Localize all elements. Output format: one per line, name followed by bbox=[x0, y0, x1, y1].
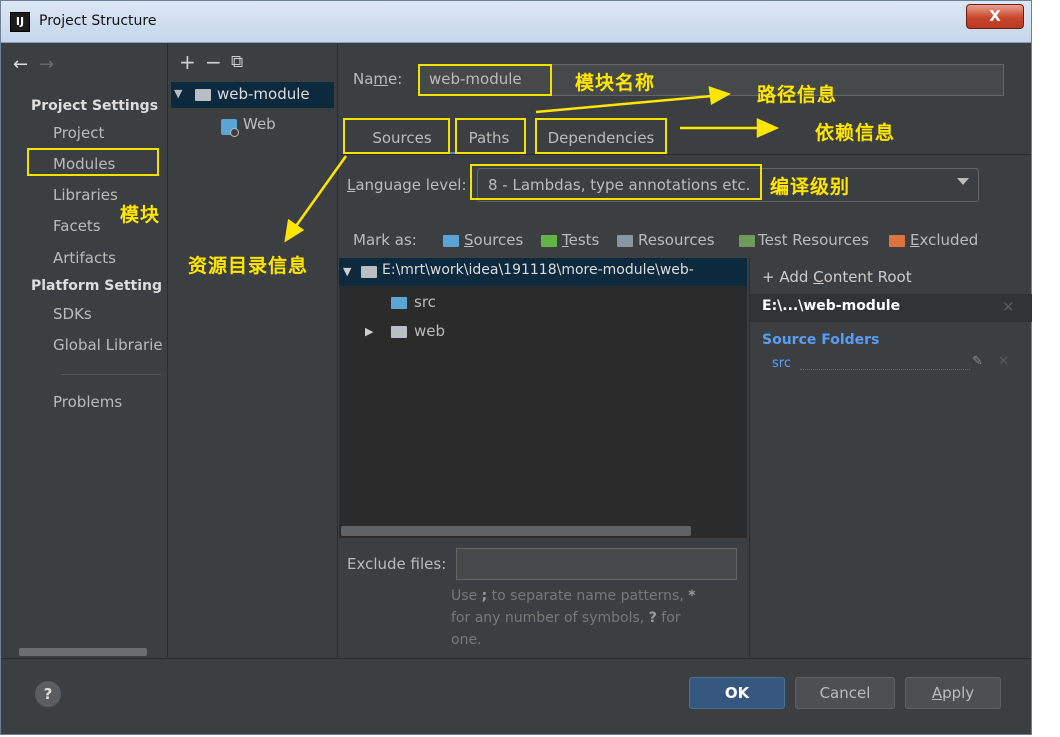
dotted-leader bbox=[800, 369, 970, 370]
back-arrow-icon[interactable]: ← bbox=[13, 54, 28, 75]
exclude-hint-line-3: one. bbox=[451, 632, 482, 648]
nav-item-problems[interactable]: Problems bbox=[53, 393, 122, 411]
exclude-hint-line-2: for any number of symbols, ? for bbox=[451, 610, 681, 626]
exclude-files-label: Exclude files: bbox=[347, 555, 447, 573]
annotation-box-dependencies bbox=[535, 118, 667, 154]
tree-row-root[interactable]: ▼ E:\mrt\work\idea\191118\more-module\we… bbox=[339, 258, 747, 286]
sources-folder-icon bbox=[443, 235, 459, 247]
tree-row-src[interactable]: src bbox=[339, 290, 747, 316]
settings-navigation: ← → Project Settings Project Modules Lib… bbox=[1, 44, 168, 657]
expand-down-icon[interactable]: ▼ bbox=[343, 265, 351, 278]
tree-row-web[interactable]: ▶ web bbox=[339, 319, 747, 345]
module-name-label: web-module bbox=[217, 85, 310, 103]
tree-horizontal-scrollbar[interactable] bbox=[341, 526, 691, 536]
annotation-box-modules bbox=[27, 148, 159, 176]
web-folder-icon bbox=[391, 326, 407, 338]
annotation-compile-level: 编译级别 bbox=[770, 176, 851, 198]
mark-as-label: Mark as: bbox=[353, 231, 417, 249]
exclude-hint-line-1: Use ; to separate name patterns, * bbox=[451, 588, 696, 604]
module-tree-row-web-facet[interactable]: Web bbox=[169, 114, 338, 140]
nav-item-facets[interactable]: Facets bbox=[53, 217, 101, 235]
content-root-path: E:\...\web-module bbox=[762, 298, 901, 314]
excluded-folder-icon bbox=[889, 235, 905, 247]
content-root-row[interactable]: E:\...\web-module ✕ bbox=[750, 294, 1032, 322]
annotation-dependency-info: 依赖信息 bbox=[815, 122, 896, 144]
source-folder-label: src bbox=[772, 356, 791, 371]
source-folders-header: Source Folders bbox=[762, 332, 880, 348]
nav-separator bbox=[61, 374, 161, 375]
mark-as-tests-label: Tests bbox=[562, 231, 600, 249]
nav-item-libraries[interactable]: Libraries bbox=[53, 186, 118, 204]
remove-icon[interactable]: − bbox=[205, 52, 222, 72]
help-button[interactable]: ? bbox=[35, 681, 61, 707]
src-label: src bbox=[414, 293, 436, 311]
expand-down-icon[interactable]: ▼ bbox=[174, 87, 182, 100]
module-tree-row-web-module[interactable]: ▼ web-module bbox=[171, 82, 334, 108]
web-facet-icon bbox=[221, 119, 239, 137]
annotation-source-dir-info: 资源目录信息 bbox=[188, 255, 309, 277]
edit-pencil-icon[interactable]: ✎ bbox=[972, 354, 983, 369]
nav-item-artifacts[interactable]: Artifacts bbox=[53, 249, 116, 267]
annotation-path-info: 路径信息 bbox=[757, 84, 838, 106]
nav-scrollbar[interactable] bbox=[19, 648, 147, 656]
chevron-down-icon[interactable] bbox=[957, 178, 969, 185]
project-structure-dialog: IJ Project Structure X ← → Project Setti… bbox=[0, 0, 1032, 735]
annotation-box-name bbox=[418, 64, 552, 96]
project-settings-header: Project Settings bbox=[31, 98, 159, 114]
web-facet-label: Web bbox=[243, 115, 276, 133]
close-window-button[interactable]: X bbox=[966, 4, 1024, 29]
annotation-modules: 模块 bbox=[120, 204, 161, 226]
root-path-label: E:\mrt\work\idea\191118\more-module\web- bbox=[382, 262, 694, 278]
title-bar[interactable]: IJ Project Structure X bbox=[1, 1, 1031, 43]
exclude-files-input[interactable] bbox=[456, 548, 737, 580]
nav-item-sdks[interactable]: SDKs bbox=[53, 305, 92, 323]
mark-as-sources-label: Sources bbox=[464, 231, 524, 249]
mark-as-resources-label: Resources bbox=[638, 231, 715, 249]
ok-button[interactable]: OK bbox=[689, 677, 785, 709]
nav-item-project[interactable]: Project bbox=[53, 124, 104, 142]
add-icon[interactable]: + bbox=[179, 52, 196, 72]
apply-button[interactable]: Apply bbox=[905, 677, 1001, 709]
test-resources-folder-icon bbox=[739, 235, 755, 247]
web-label: web bbox=[414, 322, 446, 340]
expand-right-icon[interactable]: ▶ bbox=[365, 325, 373, 338]
root-folder-icon bbox=[361, 266, 377, 278]
platform-settings-header: Platform Setting bbox=[31, 278, 163, 294]
dialog-footer: ? OK Cancel Apply bbox=[1, 658, 1031, 734]
content-root-tree[interactable]: ▼ E:\mrt\work\idea\191118\more-module\we… bbox=[339, 258, 747, 538]
language-level-label: Language level: bbox=[347, 176, 467, 194]
tests-folder-icon bbox=[541, 235, 557, 247]
content-root-panel: + Add Content Root E:\...\web-module ✕ S… bbox=[749, 258, 1032, 657]
mark-as-test-resources-label: Test Resources bbox=[758, 231, 869, 249]
mark-as-excluded-label: Excluded bbox=[910, 231, 979, 249]
src-folder-icon bbox=[391, 297, 407, 309]
nav-item-global-libraries[interactable]: Global Librarie bbox=[53, 336, 163, 354]
annotation-box-paths bbox=[455, 118, 526, 154]
annotation-box-language-level bbox=[470, 164, 762, 200]
remove-source-folder-icon[interactable]: ✕ bbox=[998, 354, 1009, 369]
annotation-module-name: 模块名称 bbox=[575, 72, 656, 94]
resources-folder-icon bbox=[617, 235, 633, 247]
intellij-app-icon: IJ bbox=[10, 12, 30, 32]
annotation-box-sources bbox=[343, 118, 450, 154]
source-folder-row[interactable]: src ✎ ✕ bbox=[750, 354, 1032, 376]
cancel-button[interactable]: Cancel bbox=[795, 677, 895, 709]
tabs-divider bbox=[339, 154, 1031, 155]
module-tree-panel: + − ⧉ ▼ web-module Web bbox=[169, 44, 338, 657]
name-label: Name: bbox=[353, 70, 403, 88]
forward-arrow-icon[interactable]: → bbox=[39, 54, 54, 75]
window-title: Project Structure bbox=[39, 13, 157, 29]
module-folder-icon bbox=[195, 89, 211, 101]
add-content-root-button[interactable]: + Add Content Root bbox=[762, 268, 912, 286]
remove-content-root-icon[interactable]: ✕ bbox=[1002, 298, 1015, 316]
copy-icon[interactable]: ⧉ bbox=[231, 52, 243, 72]
